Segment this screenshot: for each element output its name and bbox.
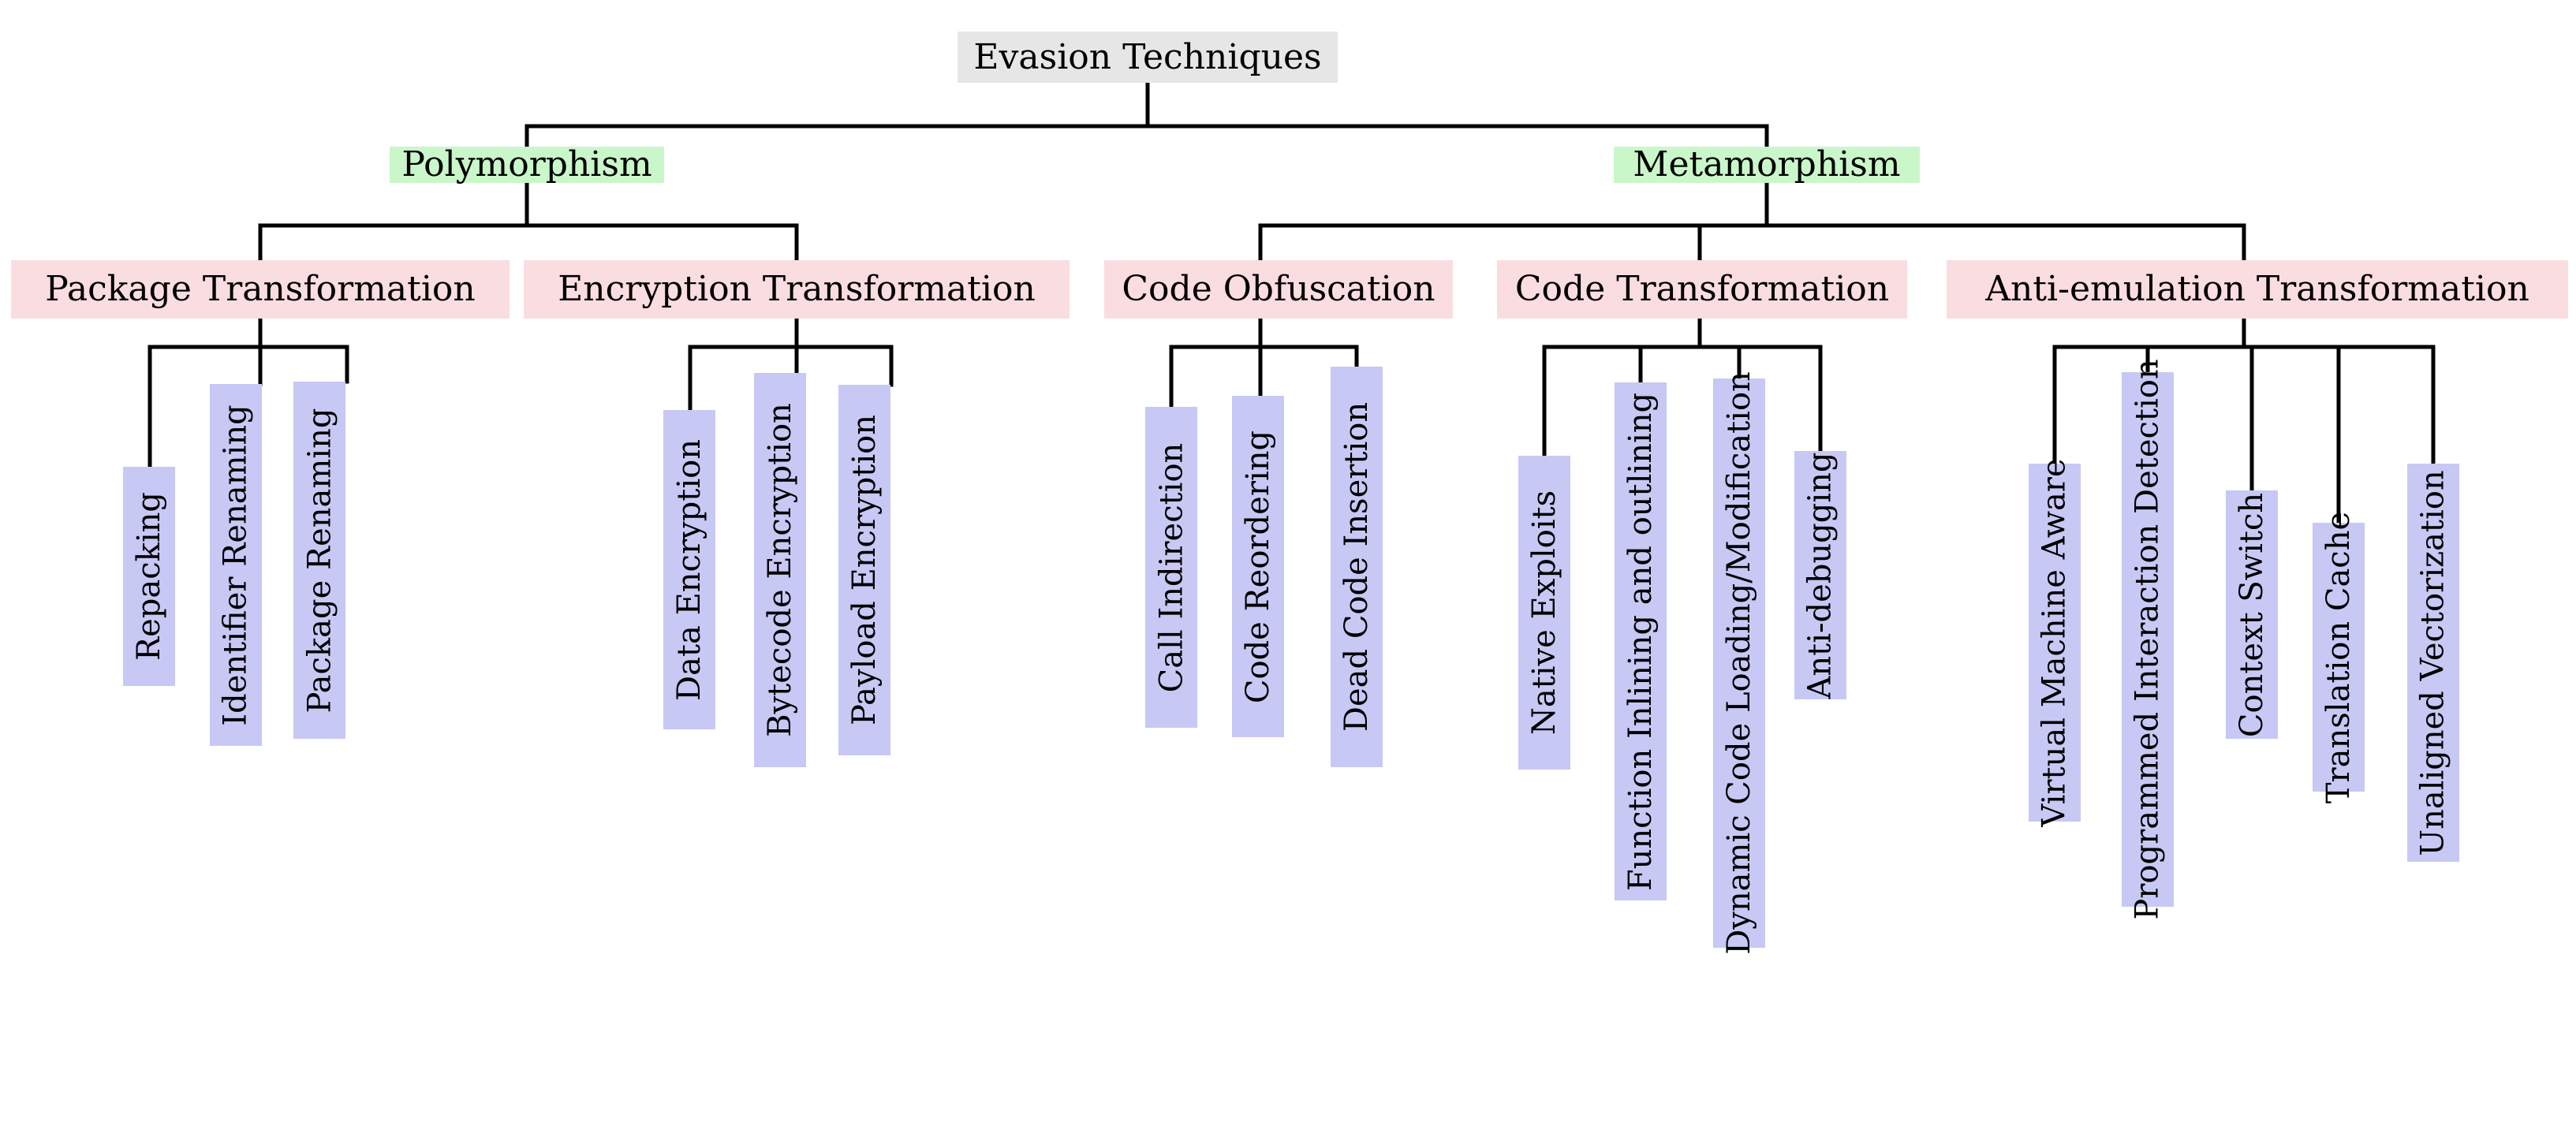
node-anti-emulation-transformation[interactable]: Anti-emulation Transformation [1947,260,2568,319]
node-programmed-interaction-detection[interactable]: Programmed Interaction Detection [2122,359,2174,920]
node-label: Identifier Renaming [218,404,255,726]
node-call-indirection[interactable]: Call Indirection [1145,407,1197,728]
node-label: Package Transformation [45,269,476,309]
node-dead-code-insertion[interactable]: Dead Code Insertion [1331,367,1383,767]
node-bytecode-encryption[interactable]: Bytecode Encryption [754,373,806,767]
node-label: Metamorphism [1633,144,1901,185]
node-label: Code Reordering [1240,430,1277,703]
node-label: Package Renaming [301,408,338,713]
node-code-transformation[interactable]: Code Transformation [1497,260,1907,319]
node-label: Function Inlining and outlining [1622,392,1659,891]
node-label: Call Indirection [1153,442,1189,692]
node-repacking[interactable]: Repacking [123,467,175,686]
node-code-obfuscation[interactable]: Code Obfuscation [1104,260,1453,319]
node-label: Unaligned Vectorization [2415,469,2452,856]
node-package-transformation[interactable]: Package Transformation [11,260,510,319]
node-label: Anti-emulation Transformation [1985,269,2529,309]
node-label: Virtual Machine Aware [2037,458,2074,827]
node-label: Data Encryption [671,438,708,701]
node-identifier-renaming[interactable]: Identifier Renaming [210,384,262,746]
node-encryption-transformation[interactable]: Encryption Transformation [524,260,1070,319]
node-label: Translation Cache [2320,511,2358,803]
node-label: Native Exploits [1526,490,1562,736]
node-payload-encryption[interactable]: Payload Encryption [838,385,890,755]
node-label: Code Transformation [1514,269,1890,309]
node-unaligned-vectorization[interactable]: Unaligned Vectorization [2407,464,2459,862]
node-evasion-techniques[interactable]: Evasion Techniques [958,32,1338,83]
node-label: Dynamic Code Loading/Modification [1721,371,1758,955]
edge-layer [147,80,2436,525]
node-virtual-machine-aware[interactable]: Virtual Machine Aware [2029,458,2081,827]
node-function-inlining-and-outlining[interactable]: Function Inlining and outlining [1615,382,1667,900]
node-data-encryption[interactable]: Data Encryption [663,410,715,729]
node-dynamic-code-loading-modification[interactable]: Dynamic Code Loading/Modification [1713,371,1765,955]
node-label: Anti-debugging [1802,451,1839,699]
node-label: Repacking [131,491,168,662]
node-polymorphism[interactable]: Polymorphism [390,147,664,183]
node-label: Evasion Techniques [973,36,1322,77]
node-label: Dead Code Insertion [1338,401,1375,732]
node-context-switch[interactable]: Context Switch [2226,490,2278,739]
node-label: Bytecode Encryption [762,403,798,737]
node-label: Payload Encryption [846,414,883,726]
node-label: Code Obfuscation [1122,269,1435,309]
node-label: Context Switch [2234,492,2270,737]
node-label: Polymorphism [401,144,652,185]
tree-diagram: Evasion Techniques Polymorphism Metamorp… [0,0,2576,1122]
node-label: Programmed Interaction Detection [2130,359,2166,920]
node-code-reordering[interactable]: Code Reordering [1232,396,1284,737]
node-native-exploits[interactable]: Native Exploits [1518,456,1570,770]
node-label: Encryption Transformation [558,269,1036,309]
node-metamorphism[interactable]: Metamorphism [1614,147,1920,183]
node-translation-cache[interactable]: Translation Cache [2313,511,2365,803]
node-anti-debugging[interactable]: Anti-debugging [1794,451,1846,699]
node-package-renaming[interactable]: Package Renaming [293,382,345,739]
